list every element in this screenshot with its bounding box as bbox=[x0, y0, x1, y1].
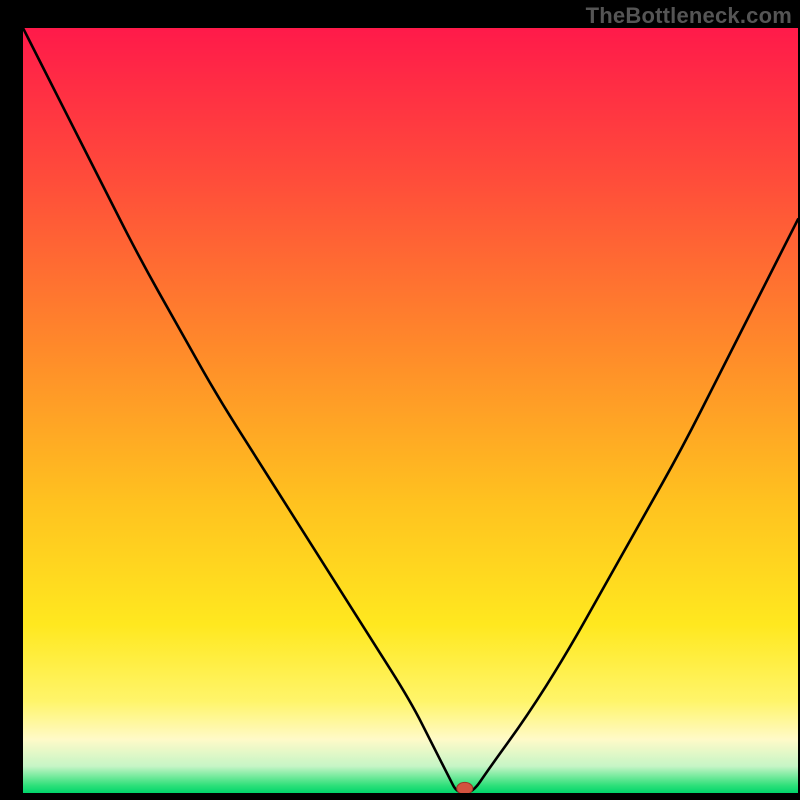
chart-container bbox=[23, 28, 798, 793]
bottleneck-chart bbox=[23, 28, 798, 793]
gradient-background bbox=[23, 28, 798, 793]
optimal-point-marker bbox=[457, 782, 473, 793]
watermark-text: TheBottleneck.com bbox=[586, 3, 792, 29]
